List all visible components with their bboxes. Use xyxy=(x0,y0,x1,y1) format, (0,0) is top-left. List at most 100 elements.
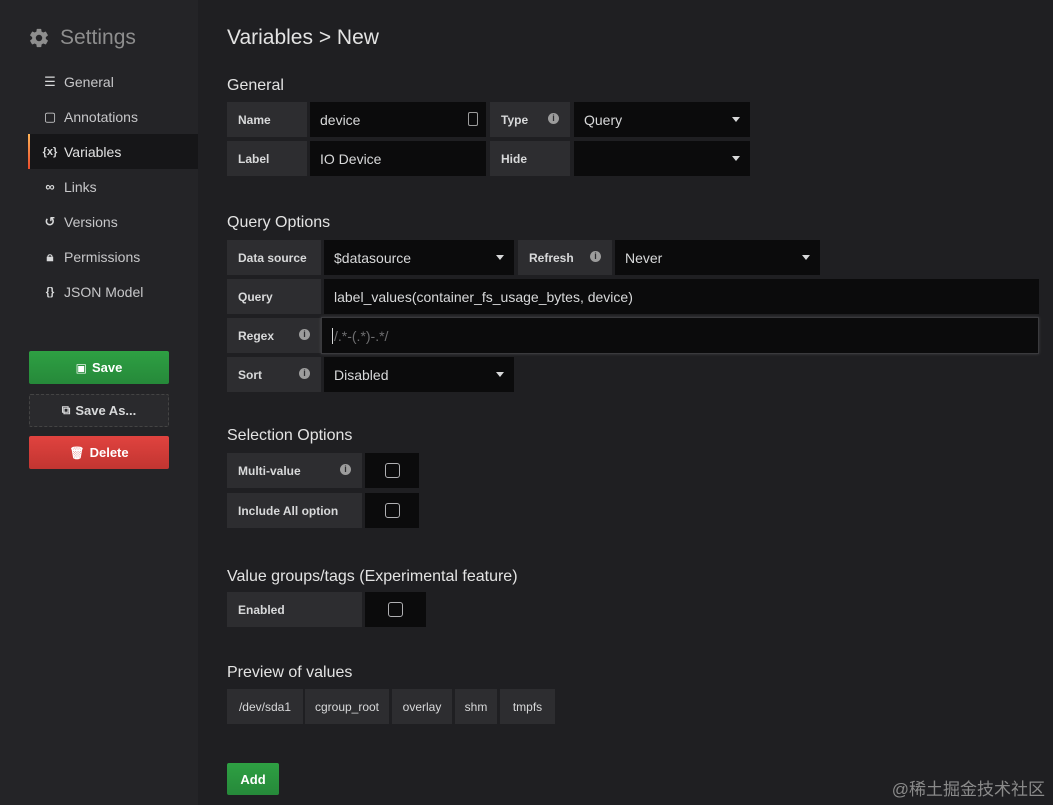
save-icon: ▣ xyxy=(75,360,87,375)
name-input[interactable]: device xyxy=(310,102,486,137)
enabled-label: Enabled xyxy=(227,592,362,627)
datasource-select-value: $datasource xyxy=(334,249,412,266)
refresh-select[interactable]: Never xyxy=(615,240,820,275)
enabled-checkbox-cell xyxy=(365,592,426,627)
regex-input[interactable]: /.*-(.*)-.*/ xyxy=(321,317,1039,354)
delete-button[interactable]: 🗑︎ Delete xyxy=(29,436,169,469)
label-input[interactable]: IO Device xyxy=(310,141,486,176)
regex-input-placeholder: /.*-(.*)-.*/ xyxy=(334,327,389,344)
text-cursor xyxy=(332,327,333,344)
preview-value: shm xyxy=(455,689,497,724)
sidebar-item-label: General xyxy=(64,73,114,90)
sidebar-item-label: Links xyxy=(64,178,97,195)
sort-label: Sort i xyxy=(227,357,321,392)
sidebar-header: Settings xyxy=(28,24,136,52)
datasource-select[interactable]: $datasource xyxy=(324,240,514,275)
multi-value-label: Multi-value i xyxy=(227,453,362,488)
include-all-checkbox-cell xyxy=(365,493,419,528)
sidebar-item-versions[interactable]: ↺ Versions xyxy=(28,204,198,239)
caret-down-icon xyxy=(496,255,504,260)
caret-down-icon xyxy=(732,156,740,161)
settings-nav: ☰ General ▢ Annotations {x} Variables ∞ … xyxy=(28,64,198,309)
include-all-label: Include All option xyxy=(227,493,362,528)
sidebar-item-label: Versions xyxy=(64,213,118,230)
info-icon[interactable]: i xyxy=(548,113,559,124)
preview-value: tmpfs xyxy=(500,689,555,724)
save-as-button-label: Save As... xyxy=(75,403,137,418)
info-icon[interactable]: i xyxy=(299,368,310,379)
add-button[interactable]: Add xyxy=(227,763,279,795)
multi-value-label-text: Multi-value xyxy=(238,463,301,478)
save-button-label: Save xyxy=(91,360,123,375)
type-select[interactable]: Query xyxy=(574,102,750,137)
label-label: Label xyxy=(227,141,307,176)
query-input-value: label_values(container_fs_usage_bytes, d… xyxy=(334,288,633,305)
name-label: Name xyxy=(227,102,307,137)
sidebar-item-json-model[interactable]: {} JSON Model xyxy=(28,274,198,309)
info-icon[interactable]: i xyxy=(590,251,601,262)
label-input-value: IO Device xyxy=(320,150,382,167)
gear-icon xyxy=(30,28,48,48)
type-label-text: Type xyxy=(501,112,529,127)
regex-label-text: Regex xyxy=(238,328,275,343)
copy-icon: ⧉ xyxy=(61,403,71,417)
value-groups-heading: Value groups/tags (Experimental feature) xyxy=(227,568,518,585)
regex-label: Regex i xyxy=(227,318,321,353)
link-icon: ∞ xyxy=(45,179,55,194)
watermark: @稀土掘金技术社区 xyxy=(891,780,1045,799)
name-input-value: device xyxy=(320,111,361,128)
type-select-value: Query xyxy=(584,111,623,128)
general-heading: General xyxy=(227,77,284,94)
json-icon: {} xyxy=(45,285,55,298)
include-all-checkbox[interactable] xyxy=(384,503,400,518)
trash-icon: 🗑︎ xyxy=(69,445,85,460)
sidebar-item-label: Variables xyxy=(64,143,122,160)
sort-select[interactable]: Disabled xyxy=(324,357,514,392)
save-button[interactable]: ▣ Save xyxy=(29,351,169,384)
datasource-label: Data source xyxy=(227,240,321,275)
sort-label-text: Sort xyxy=(238,367,262,382)
comment-icon: ▢ xyxy=(43,108,57,124)
sidebar-item-variables[interactable]: {x} Variables xyxy=(28,134,198,169)
autofill-icon xyxy=(468,112,478,126)
sidebar-item-permissions[interactable]: 🔒︎ Permissions xyxy=(28,239,198,274)
type-label: Type i xyxy=(490,102,570,137)
caret-down-icon xyxy=(802,255,810,260)
selection-options-heading: Selection Options xyxy=(227,427,353,444)
save-as-button[interactable]: ⧉ Save As... xyxy=(29,394,169,427)
caret-down-icon xyxy=(732,117,740,122)
preview-value: /dev/sda1 xyxy=(227,689,303,724)
query-options-heading: Query Options xyxy=(227,214,331,231)
sidebar-item-label: JSON Model xyxy=(64,283,144,300)
sort-select-value: Disabled xyxy=(334,366,389,383)
hide-label: Hide xyxy=(490,141,570,176)
sidebar-title: Settings xyxy=(60,26,136,49)
hide-select[interactable] xyxy=(574,141,750,176)
page-title: Variables > New xyxy=(227,26,379,49)
preview-heading: Preview of values xyxy=(227,664,353,681)
history-icon: ↺ xyxy=(44,213,56,229)
sidebar-item-annotations[interactable]: ▢ Annotations xyxy=(28,99,198,134)
refresh-label-text: Refresh xyxy=(529,250,574,265)
multi-value-checkbox-cell xyxy=(365,453,419,488)
caret-down-icon xyxy=(496,372,504,377)
settings-sidebar: Settings ☰ General ▢ Annotations {x} Var… xyxy=(0,0,198,805)
sidebar-item-label: Permissions xyxy=(64,248,141,265)
query-input[interactable]: label_values(container_fs_usage_bytes, d… xyxy=(324,279,1039,314)
info-icon[interactable]: i xyxy=(299,329,310,340)
info-icon[interactable]: i xyxy=(340,464,351,475)
sidebar-item-general[interactable]: ☰ General xyxy=(28,64,198,99)
preview-value: overlay xyxy=(392,689,452,724)
sliders-icon: ☰ xyxy=(44,73,56,89)
sidebar-item-label: Annotations xyxy=(64,108,138,125)
refresh-select-value: Never xyxy=(625,249,663,266)
variable-icon: {x} xyxy=(42,145,58,158)
sidebar-item-links[interactable]: ∞ Links xyxy=(28,169,198,204)
query-label: Query xyxy=(227,279,321,314)
multi-value-checkbox[interactable] xyxy=(384,463,400,478)
preview-value: cgroup_root xyxy=(305,689,389,724)
lock-icon: 🔒︎ xyxy=(46,248,54,264)
refresh-label: Refresh i xyxy=(518,240,612,275)
enabled-checkbox[interactable] xyxy=(388,602,403,617)
delete-button-label: Delete xyxy=(89,445,129,460)
